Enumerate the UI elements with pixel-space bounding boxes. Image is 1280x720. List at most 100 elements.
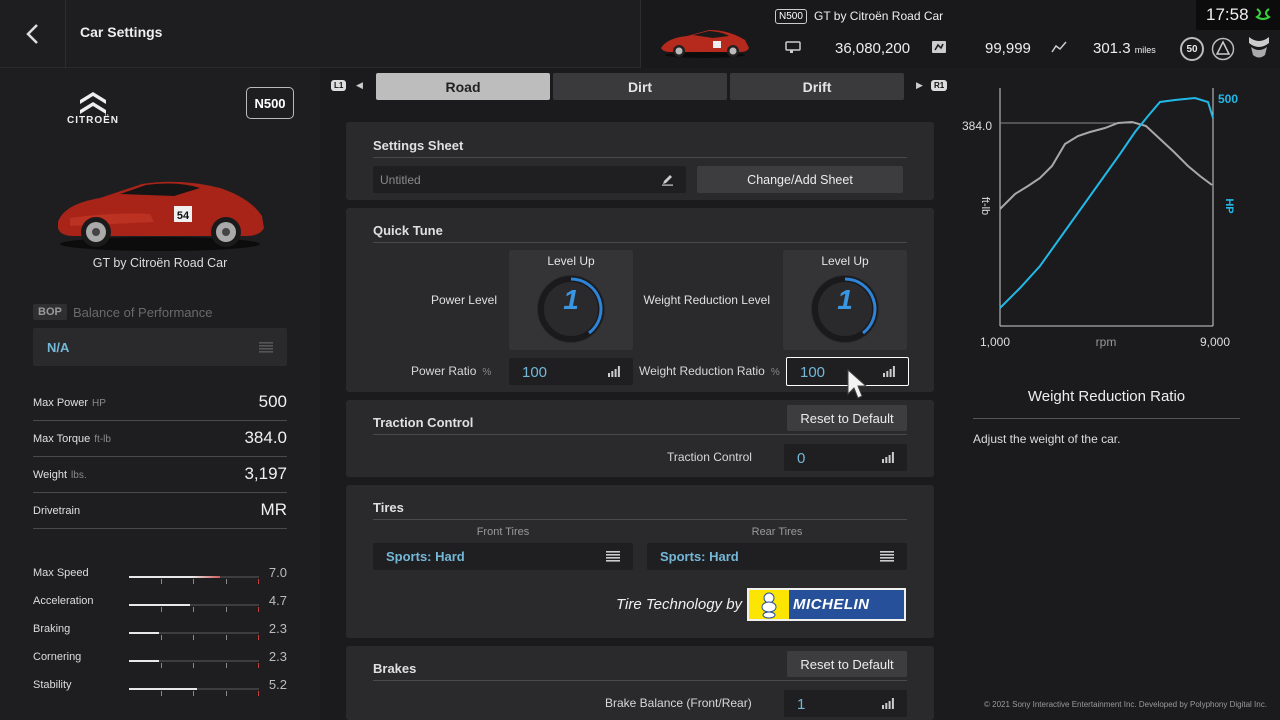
spec-value: MR (260, 500, 287, 519)
copyright: © 2021 Sony Interactive Entertainment In… (984, 700, 1267, 709)
brakes-panel: Brakes Reset to Default Brake Balance (F… (346, 646, 934, 720)
l1-button-icon: L1 (331, 80, 347, 91)
power-axis-label: HP (1223, 198, 1235, 213)
bop-badge: BOP (33, 304, 67, 320)
performance-tick (160, 579, 162, 584)
clock: 17:58 (1206, 5, 1249, 24)
top-bar-status: N500 GT by Citroën Road Car 36,080,200 9… (640, 0, 1280, 68)
percent-unit: % (770, 367, 780, 378)
credits-value: 36,080,200 (835, 40, 911, 57)
performance-tick (225, 579, 227, 584)
mileage-points-icon (932, 41, 946, 53)
spec-name: Max Power (33, 397, 89, 409)
performance-value: 5.2 (268, 677, 287, 692)
performance-bar-fill (129, 576, 220, 578)
sheet-name-field[interactable]: Untitled (373, 166, 686, 193)
tab-drift[interactable]: Drift (730, 73, 904, 100)
level-up-label: Level Up (821, 254, 869, 268)
divider (373, 519, 907, 520)
brake-balance-value: 1 (797, 696, 806, 713)
spec-label: Max Torque ft-lb (33, 433, 111, 445)
performance-tick (225, 635, 227, 640)
performance-row: Braking 2.3 (33, 618, 287, 642)
back-button[interactable] (0, 0, 66, 68)
performance-tick (193, 579, 194, 584)
rpm-max-label: 9,000 (1200, 335, 1230, 349)
level-up-label: Level Up (547, 254, 595, 268)
divider (373, 680, 907, 681)
reset-to-default-button[interactable]: Reset to Default (787, 651, 907, 677)
credits-icon (785, 41, 801, 53)
bop-label: Balance of Performance (73, 305, 213, 320)
bop-value: N/A (47, 340, 70, 355)
tire-sponsor-text: Tire Technology by (616, 596, 743, 613)
tab-road[interactable]: Road (376, 73, 550, 100)
top-bar-spacer (320, 0, 640, 68)
rear-tires-select[interactable]: Sports: Hard (647, 543, 907, 570)
power-ratio-text: Power Ratio (411, 364, 477, 378)
spec-label: Max Power HP (33, 397, 106, 409)
brake-balance-label: Brake Balance (Front/Rear) (605, 696, 752, 710)
rpm-axis-label: rpm (1096, 335, 1117, 349)
performance-tick (225, 607, 227, 612)
power-torque-graph: 384.0 500 ft-lb HP 1,000 rpm 9,000 (962, 88, 1238, 349)
performance-tick (160, 607, 162, 612)
power-ratio-value: 100 (522, 364, 548, 381)
brake-balance-field[interactable]: 1 (784, 690, 907, 717)
brakes-title: Brakes (373, 661, 417, 676)
performance-label: Cornering (33, 651, 82, 663)
traction-control-value: 0 (797, 450, 806, 467)
menu-icon (880, 551, 894, 562)
help-title: Weight Reduction Ratio (1027, 388, 1186, 405)
spec-unit: HP (92, 398, 106, 409)
power-level-dial[interactable]: Level Up 1 (509, 250, 633, 350)
power-level-label: Power Level (430, 293, 497, 307)
tab-left-arrow[interactable]: ◀ (356, 80, 363, 91)
divider (373, 242, 907, 243)
performance-tick (258, 691, 259, 696)
power-ratio-field[interactable]: 100 (509, 358, 633, 385)
car-image: 54 (58, 181, 264, 251)
performance-row: Stability 5.2 (33, 674, 287, 698)
weight-reduction-level-dial[interactable]: Level Up 1 (783, 250, 907, 350)
car-name: GT by Citroën Road Car (92, 256, 228, 270)
pencil-icon (662, 175, 673, 186)
spec-max-torque: Max Torque ft-lb 384.0 (33, 421, 287, 457)
weight-ratio-label: Weight Reduction Ratio% (639, 364, 780, 378)
performance-row: Max Speed 7.0 (33, 562, 287, 586)
reset-to-default-button[interactable]: Reset to Default (787, 405, 907, 431)
performance-row: Acceleration 4.7 (33, 590, 287, 614)
traction-control-panel: Traction Control Reset to Default Tracti… (346, 400, 934, 477)
tab-right-arrow[interactable]: ▶ (916, 80, 923, 91)
weight-ratio-value: 100 (800, 364, 826, 381)
spec-name: Max Torque (33, 433, 91, 445)
power-level-value: 1 (563, 284, 579, 315)
michelin-wordmark: MICHELIN (793, 596, 870, 613)
rpm-min-label: 1,000 (980, 335, 1010, 349)
performance-tick (160, 635, 162, 640)
weight-ratio-text: Weight Reduction Ratio (639, 364, 765, 378)
performance-row: Cornering 2.3 (33, 646, 287, 670)
tab-dirt[interactable]: Dirt (553, 73, 727, 100)
michelin-logo: MICHELIN (747, 588, 906, 621)
current-car-name: GT by Citroën Road Car (814, 9, 944, 23)
spec-label: Weight lbs. (33, 469, 87, 481)
performance-bar (129, 688, 259, 696)
traction-control-field[interactable]: 0 (784, 444, 907, 471)
svg-text:54: 54 (177, 210, 190, 222)
front-tires-select[interactable]: Sports: Hard (373, 543, 633, 570)
power-peak-label: 500 (1218, 92, 1238, 106)
level-badge: 50 (1180, 37, 1204, 61)
divider (973, 418, 1240, 419)
pointer-cursor-icon (847, 368, 868, 399)
change-add-sheet-button[interactable]: Change/Add Sheet (697, 166, 903, 193)
percent-unit: % (482, 367, 492, 378)
quick-tune-panel: Quick Tune Power Level Level Up 1 Weight… (346, 208, 934, 392)
michelin-man-icon (749, 590, 789, 619)
page-title: Car Settings (80, 24, 163, 40)
traction-control-title: Traction Control (373, 415, 474, 430)
traction-control-label: Traction Control (667, 450, 752, 464)
bop-select[interactable]: N/A (33, 328, 287, 366)
performance-label: Max Speed (33, 567, 89, 579)
settings-sheet-panel: Settings Sheet Untitled Change/Add Sheet (346, 122, 934, 200)
